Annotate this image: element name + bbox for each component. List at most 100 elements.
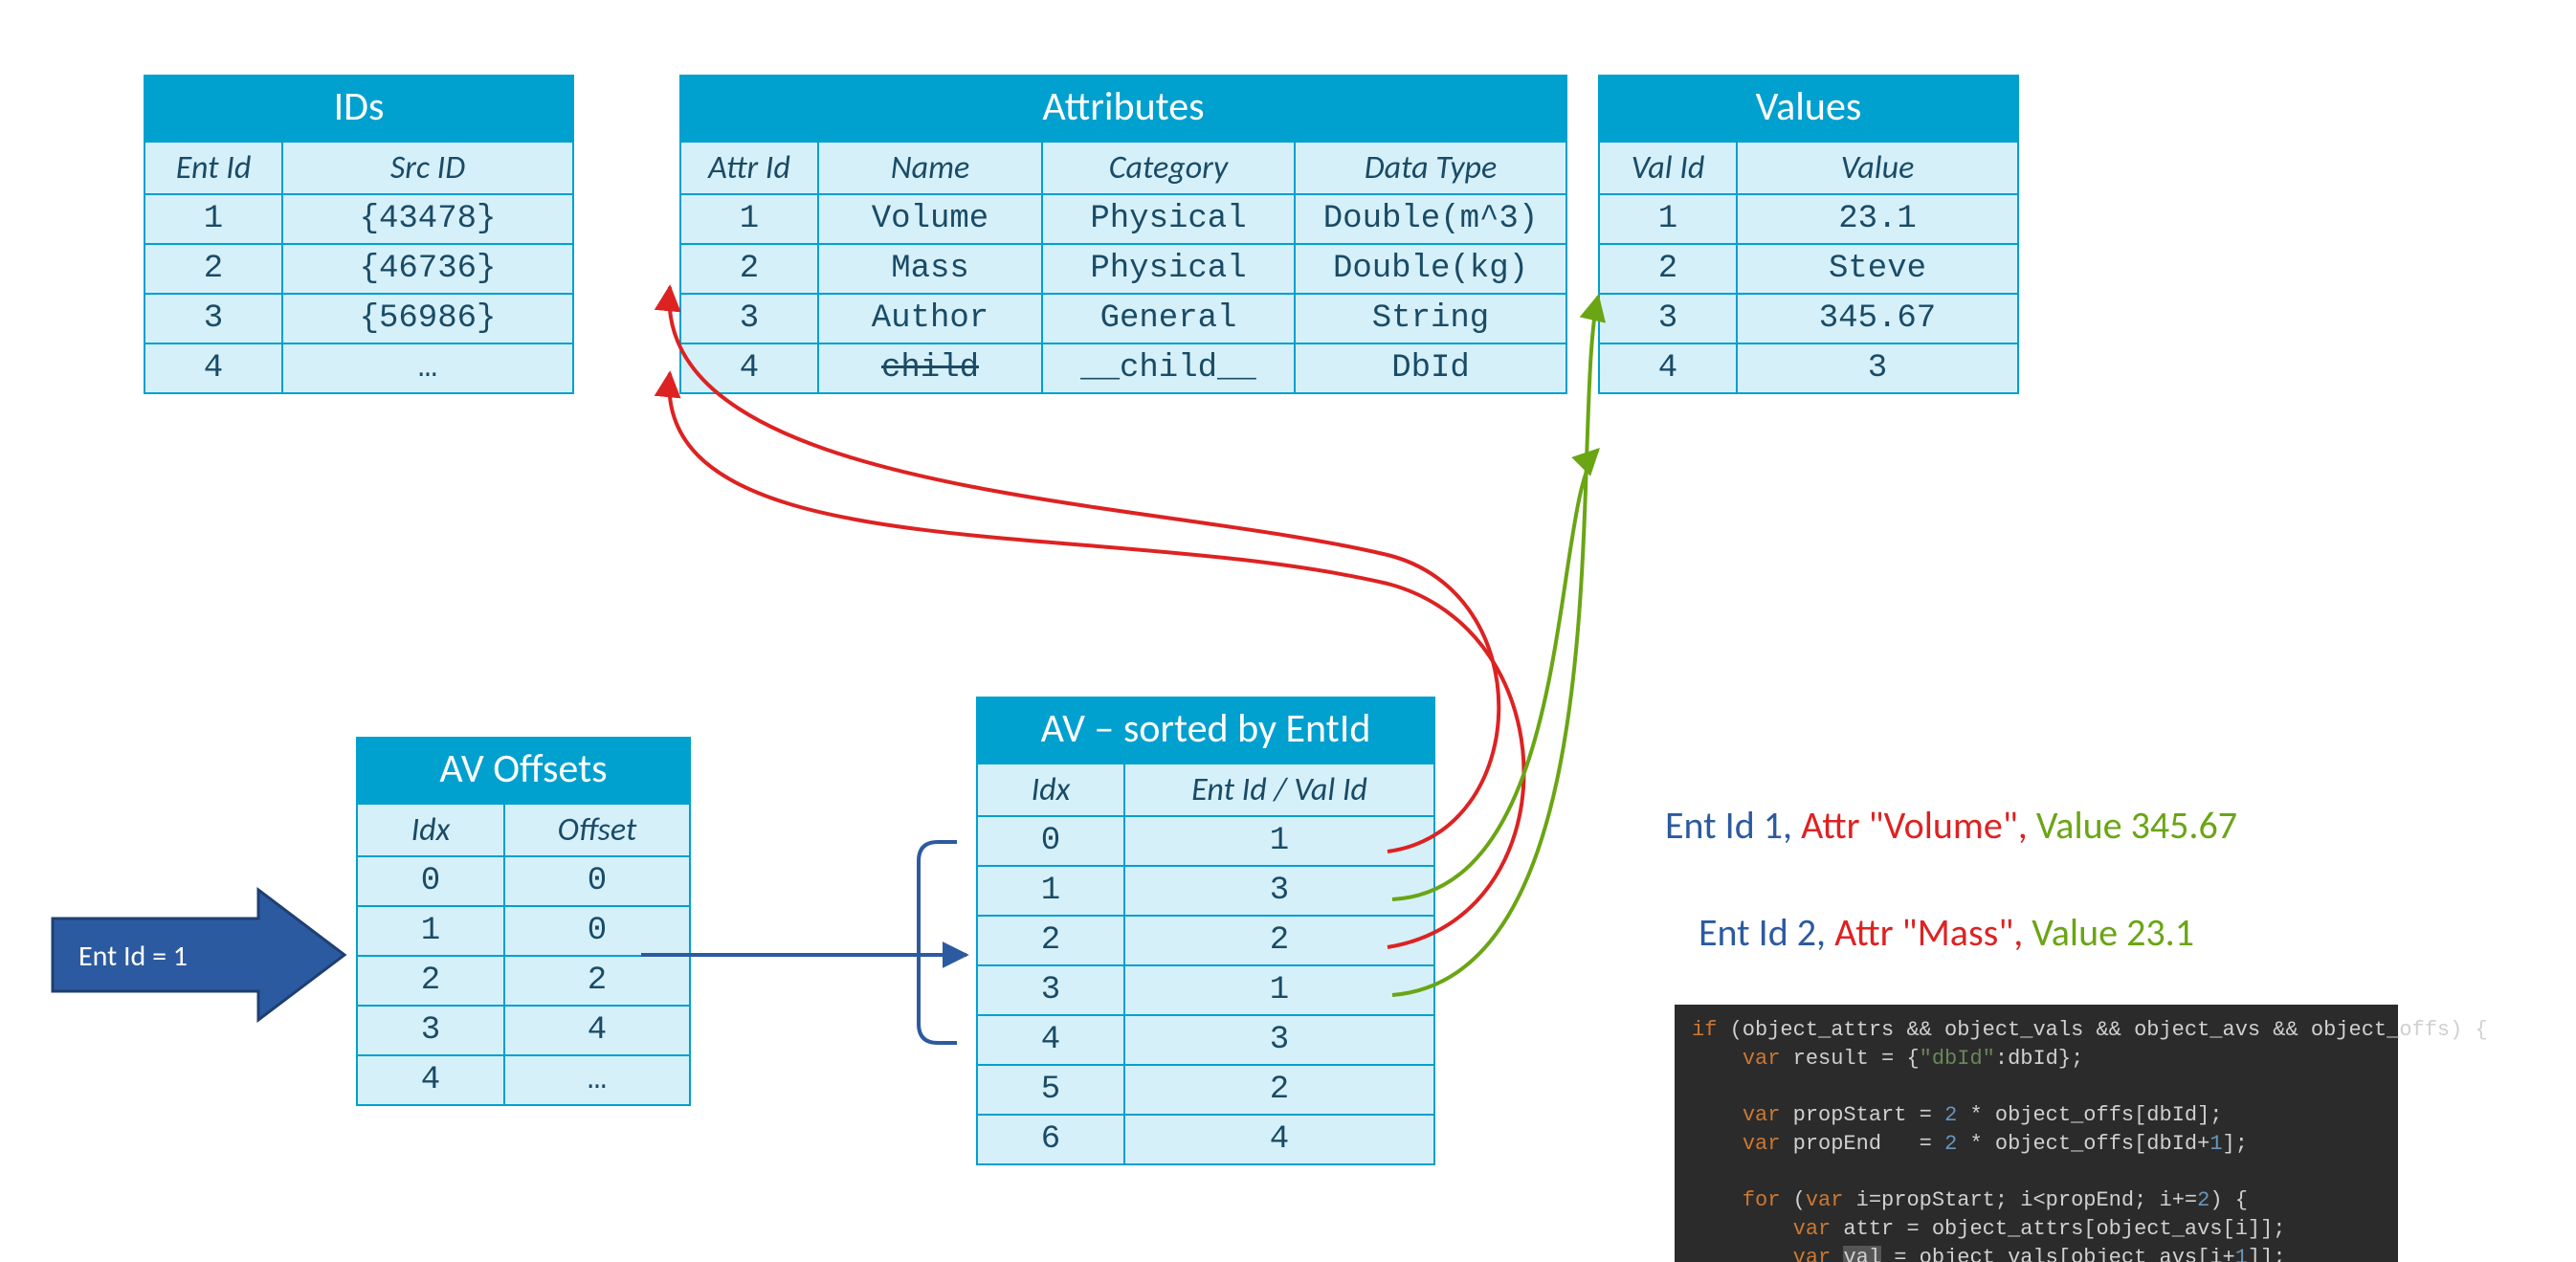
code-kw: var	[1743, 1103, 1781, 1127]
av-cell: 2	[1124, 916, 1434, 965]
attr-cell: 3	[680, 294, 818, 343]
entid-arrow-label: Ent Id = 1	[78, 939, 188, 974]
av-title: AV – sorted by EntId	[977, 697, 1434, 764]
val-cell: 3	[1599, 294, 1737, 343]
val-cell: Steve	[1737, 244, 2018, 294]
av-cell: 4	[977, 1015, 1124, 1065]
attr-cell: String	[1295, 294, 1566, 343]
values-table: Values Val Id Value 123.1 2Steve 3345.67…	[1598, 75, 2019, 394]
attr-cell: Physical	[1042, 194, 1295, 244]
ids-cell: 4	[144, 343, 282, 393]
code-text: i=propStart; i<propEnd; i+=	[1843, 1188, 2197, 1212]
ids-col-entid: Ent Id	[144, 142, 282, 194]
off-cell: 1	[357, 906, 504, 956]
code-text: ]];	[2248, 1246, 2286, 1262]
attr-col-type: Data Type	[1295, 142, 1566, 194]
val-cell: 2	[1599, 244, 1737, 294]
attr-cell: 1	[680, 194, 818, 244]
off-col-off: Offset	[504, 804, 690, 856]
result2-attr: Attr "Mass",	[1834, 909, 2023, 956]
code-text	[1692, 1246, 1793, 1262]
result1-ent: Ent Id 1,	[1665, 802, 1792, 849]
attr-col-name: Name	[818, 142, 1042, 194]
ids-cell: {46736}	[282, 244, 573, 294]
attr-cell: DbId	[1295, 343, 1566, 393]
code-text: * object_offs[dbId];	[1957, 1103, 2222, 1127]
code-text: :dbId};	[1995, 1047, 2083, 1071]
av-cell: 2	[977, 916, 1124, 965]
code-text: = object_vals[object_avs[i+	[1881, 1246, 2235, 1262]
result1-val: Value 345.67	[2036, 802, 2237, 849]
code-text	[1692, 1047, 1743, 1071]
attr-cell: Double(kg)	[1295, 244, 1566, 294]
val-cell: 4	[1599, 343, 1737, 393]
ids-table: IDs Ent Id Src ID 1{43478} 2{46736} 3{56…	[144, 75, 574, 394]
av-cell: 6	[977, 1115, 1124, 1164]
attr-cell: Double(m^3)	[1295, 194, 1566, 244]
attr-cell: child	[818, 343, 1042, 393]
result-line-2: Ent Id 2, Attr "Mass", Value 23.1	[1699, 909, 2194, 956]
code-text: propStart =	[1780, 1103, 1944, 1127]
ids-cell: {56986}	[282, 294, 573, 343]
off-cell: 2	[504, 956, 690, 1006]
off-col-idx: Idx	[357, 804, 504, 856]
code-text: ) {	[2210, 1188, 2248, 1212]
ids-cell: 2	[144, 244, 282, 294]
attr-cell: Volume	[818, 194, 1042, 244]
av-cell: 4	[1124, 1115, 1434, 1164]
attr-cell: Author	[818, 294, 1042, 343]
av-cell: 2	[1124, 1065, 1434, 1115]
code-kw: var	[1743, 1132, 1781, 1156]
code-kw: var	[1793, 1217, 1832, 1241]
attr-title: Attributes	[680, 76, 1566, 142]
result-line-1: Ent Id 1, Attr "Volume", Value 345.67	[1665, 802, 2237, 849]
ids-col-srcid: Src ID	[282, 142, 573, 194]
code-text: result = {	[1780, 1047, 1919, 1071]
off-cell: …	[504, 1055, 690, 1105]
code-kw: var	[1806, 1188, 1844, 1212]
attr-cell: Mass	[818, 244, 1042, 294]
av-cell: 3	[1124, 866, 1434, 916]
ids-cell: 3	[144, 294, 282, 343]
av-col-val: Ent Id / Val Id	[1124, 764, 1434, 816]
code-kw: var	[1793, 1246, 1832, 1262]
code-num: 1	[2235, 1246, 2248, 1262]
av-offsets-table: AV Offsets Idx Offset 00 10 22 34 4…	[356, 737, 691, 1106]
off-cell: 4	[504, 1006, 690, 1055]
val-cell: 345.67	[1737, 294, 2018, 343]
av-col-idx: Idx	[977, 764, 1124, 816]
attr-cell: General	[1042, 294, 1295, 343]
attributes-table: Attributes Attr Id Name Category Data Ty…	[679, 75, 1567, 394]
av-bracket	[919, 842, 957, 1043]
av-cell: 1	[1124, 816, 1434, 866]
av-cell: 5	[977, 1065, 1124, 1115]
off-cell: 0	[504, 856, 690, 906]
code-num: 2	[1944, 1132, 1957, 1156]
code-kw: for	[1743, 1188, 1781, 1212]
av-sorted-table: AV – sorted by EntId Idx Ent Id / Val Id…	[976, 697, 1435, 1165]
ids-cell: …	[282, 343, 573, 393]
av-cell: 1	[977, 866, 1124, 916]
offsets-title: AV Offsets	[357, 738, 690, 804]
off-cell: 0	[504, 906, 690, 956]
code-text: * object_offs[dbId+	[1957, 1132, 2210, 1156]
off-cell: 4	[357, 1055, 504, 1105]
ids-cell: 1	[144, 194, 282, 244]
code-text: (	[1780, 1188, 1805, 1212]
code-str: "dbId"	[1920, 1047, 1995, 1071]
off-cell: 0	[357, 856, 504, 906]
code-hl: val	[1843, 1246, 1881, 1262]
code-text	[1692, 1132, 1743, 1156]
attr-cell: __child__	[1042, 343, 1295, 393]
val-col-val: Value	[1737, 142, 2018, 194]
code-text: attr = object_attrs[object_avs[i]];	[1831, 1217, 2285, 1241]
val-cell: 1	[1599, 194, 1737, 244]
ids-cell: {43478}	[282, 194, 573, 244]
code-text: (object_attrs && object_vals && object_a…	[1717, 1018, 2487, 1042]
code-snippet: if (object_attrs && object_vals && objec…	[1675, 1005, 2398, 1262]
result2-val: Value 23.1	[2032, 909, 2194, 956]
values-title: Values	[1599, 76, 2018, 142]
av-cell: 3	[1124, 1015, 1434, 1065]
result2-ent: Ent Id 2,	[1699, 909, 1826, 956]
val-cell: 3	[1737, 343, 2018, 393]
